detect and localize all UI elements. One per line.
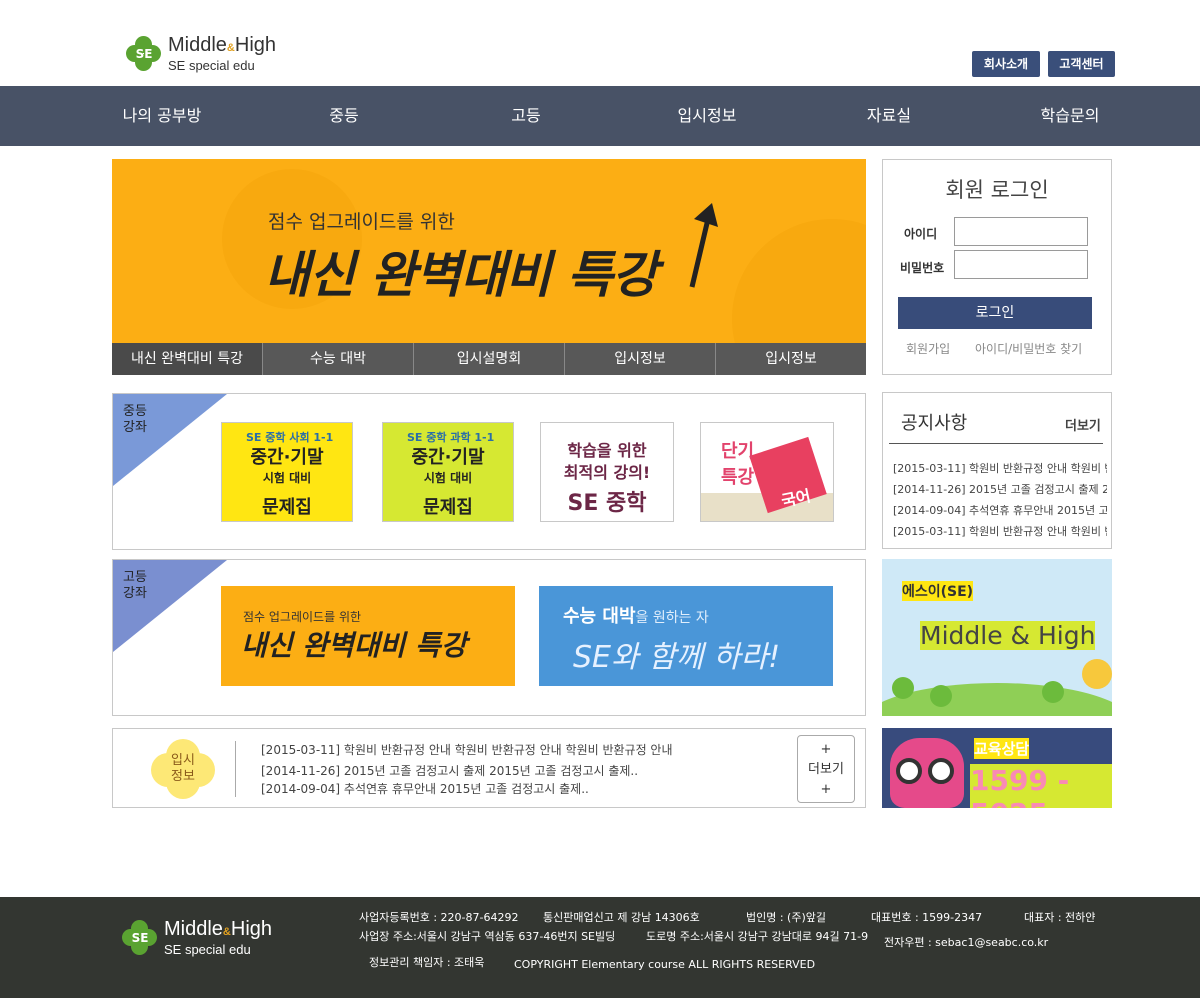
high-banner-suneung[interactable]: 수능 대박을 원하는 자 SE와 함께 하라! <box>539 586 833 686</box>
high-banner-exam[interactable]: 점수 업그레이드를 위한 내신 완벽대비 특강 <box>221 586 515 686</box>
id-label: 아이디 <box>904 227 938 241</box>
course-thumb-science[interactable]: SE 중학 과학 1-1 중간·기말 시험 대비 문제집 <box>382 422 514 522</box>
login-button[interactable]: 로그인 <box>898 297 1092 329</box>
footer: SE Middle&High SE special edu 사업자등록번호 : … <box>0 897 1200 998</box>
notice-title: 공지사항 <box>901 413 968 434</box>
footer-tel: 대표번호 : 1599-2347 <box>871 911 983 924</box>
nav-my-study[interactable]: 나의 공부방 <box>102 86 222 146</box>
nav-admission[interactable]: 입시정보 <box>647 86 767 146</box>
admission-more-button[interactable]: + 더보기 + <box>797 735 855 803</box>
notice-item[interactable]: [2014-11-26] 2015년 고졸 검정고시 출제 2015년 <box>893 481 1107 497</box>
join-link[interactable]: 회원가입 <box>906 340 950 357</box>
banner-subtitle: 점수 업그레이드를 위한 <box>268 211 455 233</box>
nav-inquiry[interactable]: 학습문의 <box>1010 86 1130 146</box>
main-nav: 나의 공부방 중등 고등 입시정보 자료실 학습문의 <box>0 86 1200 146</box>
high-course-section: 고등 강좌 점수 업그레이드를 위한 내신 완벽대비 특강 수능 대박을 원하는 … <box>112 559 866 716</box>
consult-title: 교육상담 <box>974 738 1030 759</box>
banner-tab[interactable]: 입시설명회 <box>413 343 564 375</box>
consult-banner[interactable]: 교육상담 1599 - 5025 <box>882 728 1112 808</box>
promo-title: 에스이(SE) <box>902 581 974 601</box>
company-intro-button[interactable]: 회사소개 <box>972 51 1040 77</box>
customer-center-button[interactable]: 고객센터 <box>1048 51 1115 77</box>
high-course-label: 고등 강좌 <box>123 570 147 601</box>
logo-subtitle: SE special edu <box>168 58 255 73</box>
notice-item[interactable]: [2015-03-11] 학원비 반환규정 안내 학원비 반환규정 안내 <box>893 523 1107 539</box>
nav-resources[interactable]: 자료실 <box>829 86 949 146</box>
banner-tab[interactable]: 내신 완벽대비 특강 <box>112 343 262 375</box>
clover-logo-icon: SE <box>122 920 158 956</box>
side-promo-banner[interactable]: 에스이(SE) Middle & High <box>882 559 1112 716</box>
banner-title: 내신 완벽대비 특강 <box>264 246 658 304</box>
notice-item[interactable]: [2015-03-11] 학원비 반환규정 안내 학원비 반환규정 안내 <box>893 460 1107 476</box>
footer-ceo: 대표자 : 전하얀 <box>1024 911 1096 924</box>
notice-more-link[interactable]: 더보기 <box>1065 415 1101 434</box>
footer-privacy: 정보관리 책임자 : 조태욱 <box>369 956 485 969</box>
middle-course-section: 중등 강좌 SE 중학 사회 1-1 중간·기말 시험 대비 문제집 SE 중학 … <box>112 393 866 550</box>
site-logo[interactable]: SE Middle&High SE special edu <box>126 34 296 74</box>
main-banner[interactable]: 점수 업그레이드를 위한 내신 완벽대비 특강 내신 완벽대비 특강 수능 대박… <box>112 159 866 375</box>
header: SE Middle&High SE special edu 회사소개 고객센터 <box>0 0 1200 86</box>
footer-corp: 법인명 : (주)앞길 <box>746 911 827 924</box>
admission-item[interactable]: [2014-11-26] 2015년 고졸 검정고시 출제 2015년 고졸 검… <box>261 762 638 779</box>
banner-tab[interactable]: 입시정보 <box>564 343 715 375</box>
find-account-link[interactable]: 아이디/비밀번호 찾기 <box>975 340 1082 357</box>
banner-tab[interactable]: 입시정보 <box>715 343 866 375</box>
course-thumb-korean[interactable]: 단기 특강 국어 <box>700 422 834 522</box>
course-thumb-middle[interactable]: 학습을 위한 최적의 강의! SE 중학 <box>540 422 674 522</box>
footer-road-address: 도로명 주소:서울시 강남구 강남대로 94길 71-9 <box>646 930 869 943</box>
admission-item[interactable]: [2015-03-11] 학원비 반환규정 안내 학원비 반환규정 안내 학원비… <box>261 741 673 758</box>
course-thumb-social[interactable]: SE 중학 사회 1-1 중간·기말 시험 대비 문제집 <box>221 422 353 522</box>
owl-icon <box>890 738 964 808</box>
tree-icon <box>1042 681 1064 703</box>
middle-course-label: 중등 강좌 <box>123 404 147 435</box>
consult-phone: 1599 - 5025 <box>970 764 1112 808</box>
footer-email: 전자우편 : sebac1@seabc.co.kr <box>884 936 1049 949</box>
notice-box: 공지사항 더보기 [2015-03-11] 학원비 반환규정 안내 학원비 반환… <box>882 392 1112 549</box>
banner-tabs: 내신 완벽대비 특강 수능 대박 입시설명회 입시정보 입시정보 <box>112 343 866 375</box>
password-input[interactable] <box>954 250 1088 279</box>
footer-mail-order: 통신판매업신고 제 강남 14306호 <box>543 911 700 924</box>
login-title: 회원 로그인 <box>945 178 1049 202</box>
notice-item[interactable]: [2014-09-04] 추석연휴 휴무안내 2015년 고졸 <box>893 502 1107 518</box>
footer-reg: 사업자등록번호 : 220-87-64292 <box>359 911 519 924</box>
nav-middle[interactable]: 중등 <box>284 86 404 146</box>
id-input[interactable] <box>954 217 1088 246</box>
logo-title: Middle&High <box>168 34 277 56</box>
sun-icon <box>1082 659 1112 689</box>
nav-high[interactable]: 고등 <box>466 86 586 146</box>
footer-address: 사업장 주소:서울시 강남구 역삼동 637-46번지 SE빌딩 <box>359 930 616 943</box>
banner-tab[interactable]: 수능 대박 <box>262 343 413 375</box>
admission-info-box: 입시 정보 [2015-03-11] 학원비 반환규정 안내 학원비 반환규정 안… <box>112 728 866 808</box>
password-label: 비밀번호 <box>900 261 945 275</box>
arrow-up-icon <box>689 203 718 288</box>
tree-icon <box>892 677 914 699</box>
footer-logo: SE Middle&High SE special edu <box>122 919 272 957</box>
login-box: 회원 로그인 아이디 비밀번호 로그인 회원가입 아이디/비밀번호 찾기 <box>882 159 1112 375</box>
admission-item[interactable]: [2014-09-04] 추석연휴 휴무안내 2015년 고졸 검정고시 출제.… <box>261 780 589 797</box>
clover-logo-icon: SE <box>126 36 162 72</box>
footer-copyright: COPYRIGHT Elementary course ALL RIGHTS R… <box>514 958 816 971</box>
tree-icon <box>930 685 952 707</box>
flower-icon: 입시 정보 <box>151 739 215 799</box>
promo-subtitle: Middle & High <box>920 621 1096 650</box>
